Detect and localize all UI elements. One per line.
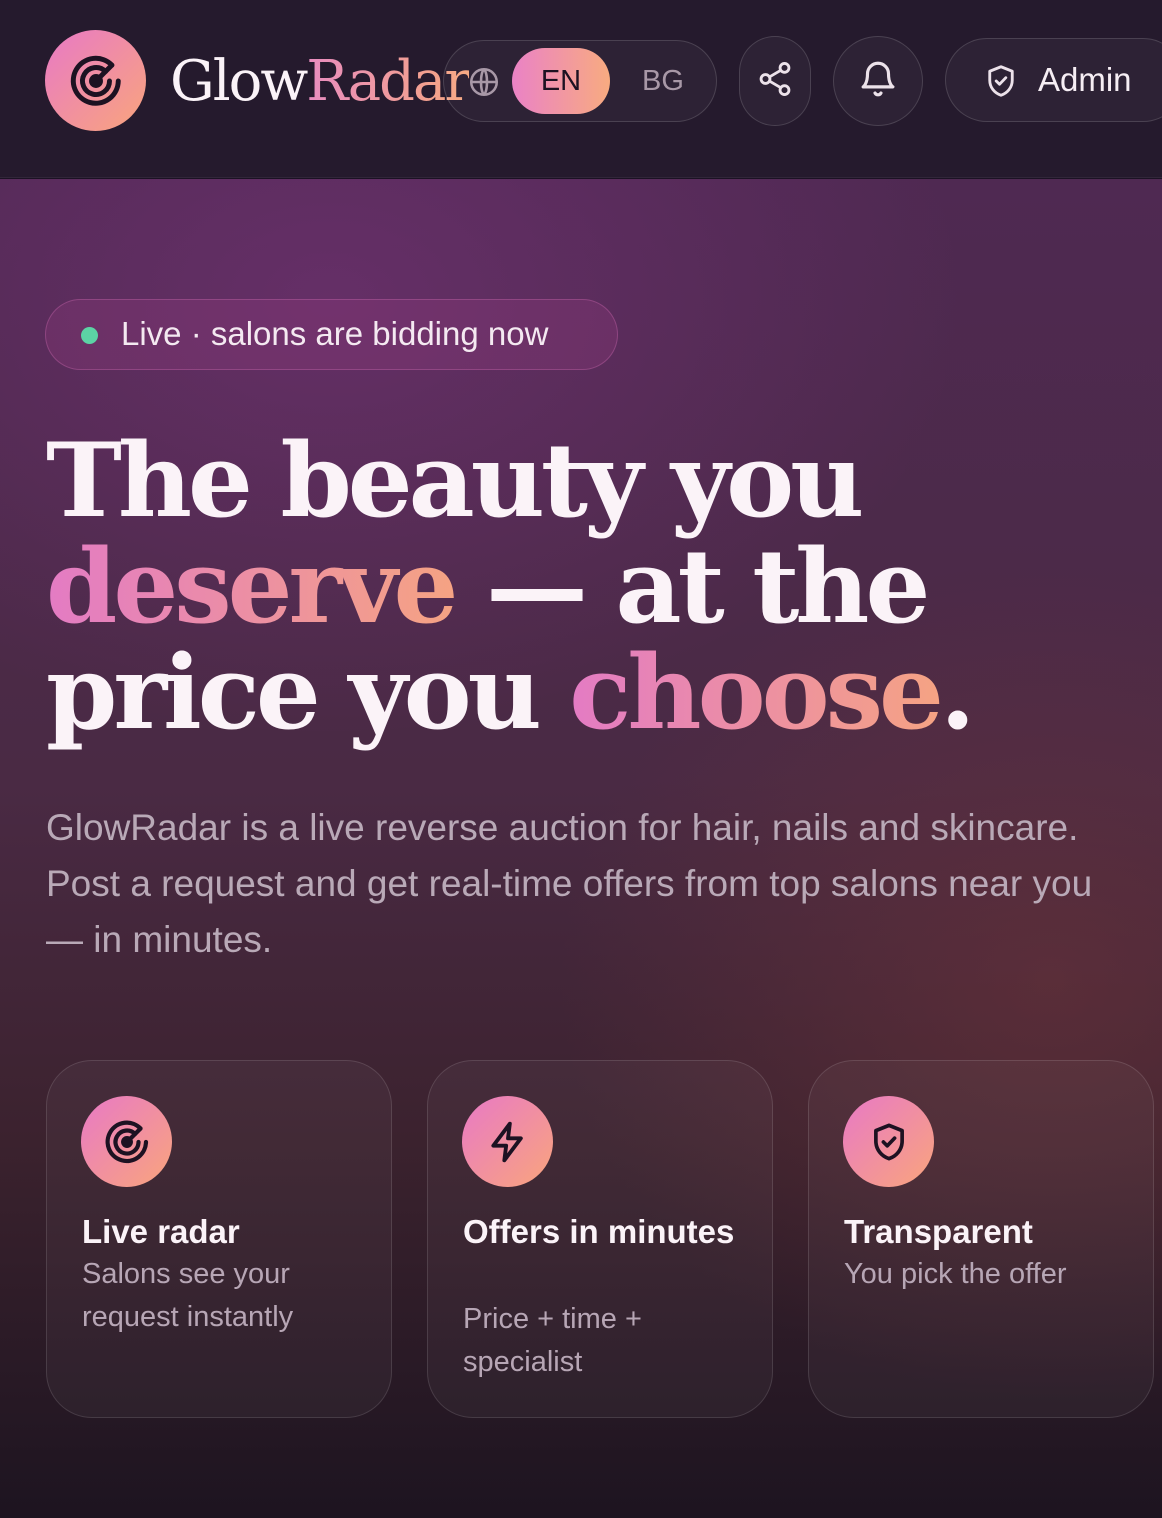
shield-check-icon [983,63,1019,104]
feature-title: Transparent [844,1213,1033,1250]
globe-icon [467,65,501,104]
bell-icon [857,58,899,105]
headline-accent-deserve: deserve [46,527,458,647]
admin-button[interactable]: Admin [945,38,1162,122]
lang-en-button[interactable]: EN [512,48,610,114]
live-status-text: Live · salons are bidding now [121,315,549,352]
admin-label: Admin [1038,61,1132,98]
hero-headline: The beauty you deserve — at the price yo… [46,428,1146,746]
top-bar: GlowRadar EN BG Admin [0,0,1162,178]
share-icon [756,60,794,103]
brand-part-glow: Glow [170,49,308,114]
feature-card-offers[interactable]: Offers in minutes Price + time + special… [427,1060,773,1418]
feature-title: Offers in minutes [463,1213,735,1250]
headline-text-1: The beauty you [46,421,864,541]
brand-logo-text[interactable]: GlowRadar [170,44,471,120]
shield-check-icon [843,1096,934,1187]
live-dot-icon [81,327,98,344]
feature-description: You pick the offer [844,1258,1067,1290]
headline-period: . [939,633,975,753]
hero-description: GlowRadar is a live reverse auction for … [46,807,1093,960]
feature-description: Price + time + specialist [463,1303,642,1378]
lang-bg-button[interactable]: BG [624,48,702,114]
notifications-button[interactable] [833,36,923,126]
share-button[interactable] [739,36,811,126]
feature-title: Live radar [82,1213,240,1250]
headline-accent-choose: choose [569,633,944,753]
radar-icon [81,1096,172,1187]
radar-icon[interactable] [45,30,146,131]
lightning-icon [462,1096,553,1187]
feature-card-live-radar[interactable]: Live radar Salons see your request insta… [46,1060,392,1418]
language-switcher: EN BG [443,40,717,122]
feature-description: Salons see your request instantly [82,1258,294,1333]
feature-card-transparent[interactable]: Transparent You pick the offer [808,1060,1154,1418]
